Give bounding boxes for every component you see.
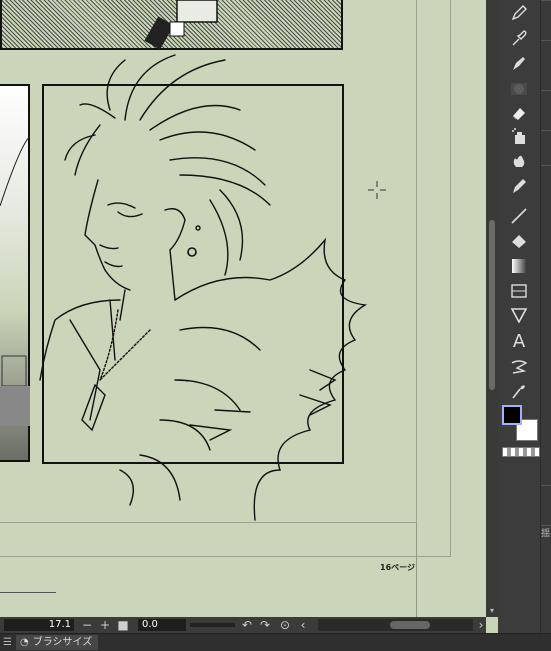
- fit-square-icon[interactable]: ■: [116, 617, 130, 633]
- spray-icon[interactable]: [507, 126, 531, 148]
- brush-size-tab-label: ブラシサイズ: [32, 637, 93, 648]
- eraser-icon[interactable]: [507, 102, 531, 124]
- tool-palette: A: [498, 0, 541, 650]
- panel-tab[interactable]: [541, 165, 551, 186]
- scroll-down-icon[interactable]: ▾: [486, 605, 498, 617]
- zoom-in-button[interactable]: +: [98, 617, 112, 633]
- gradient-icon[interactable]: [507, 255, 531, 277]
- right-panel-strip: 揺: [541, 0, 551, 650]
- frame-icon[interactable]: [507, 304, 531, 326]
- page-number-label: 16ページ: [380, 563, 415, 572]
- airbrush-icon[interactable]: [507, 78, 531, 100]
- zoom-field[interactable]: 0.0: [138, 619, 186, 631]
- brush-size-field[interactable]: 17.1: [4, 619, 74, 631]
- correct-line-icon[interactable]: [507, 380, 531, 402]
- drawing-canvas[interactable]: 16ページ: [0, 0, 486, 617]
- fill-bucket-icon[interactable]: [507, 230, 531, 252]
- pen-icon[interactable]: [507, 2, 531, 24]
- scroll-right-icon[interactable]: ›: [474, 617, 488, 633]
- line-icon[interactable]: [507, 205, 531, 227]
- eyedropper-icon[interactable]: [507, 27, 531, 49]
- main-color-swatch[interactable]: [502, 405, 522, 425]
- panel-label: 揺: [541, 525, 551, 546]
- panel-tab[interactable]: [541, 130, 551, 151]
- panel-tab[interactable]: [541, 40, 551, 61]
- brush-size-tab-icon: ◔: [20, 637, 29, 648]
- figure-icon[interactable]: [507, 280, 531, 302]
- blend-icon[interactable]: [507, 150, 531, 172]
- transparent-color-swatch[interactable]: [502, 447, 540, 457]
- vertical-scrollbar[interactable]: ▾: [486, 0, 498, 617]
- text-tool[interactable]: A: [507, 330, 531, 352]
- rotate-left-icon[interactable]: ↶: [240, 617, 254, 633]
- rotate-right-icon[interactable]: ↷: [258, 617, 272, 633]
- zoom-slider[interactable]: [190, 623, 235, 627]
- menu-icon[interactable]: ☰: [3, 637, 12, 648]
- tab-brush-size[interactable]: ◔ ブラシサイズ: [16, 635, 99, 650]
- pen-nib-icon[interactable]: [507, 52, 531, 74]
- balloon-icon[interactable]: [507, 355, 531, 377]
- pen-fill-icon[interactable]: [507, 175, 531, 197]
- horizontal-scrollbar-thumb[interactable]: [390, 621, 430, 629]
- character-lineart: [39, 54, 368, 521]
- panel-tab[interactable]: [541, 0, 551, 21]
- reset-rotation-icon[interactable]: ⊙: [278, 617, 292, 633]
- horizontal-scrollbar[interactable]: [318, 619, 473, 631]
- vertical-scrollbar-thumb[interactable]: [489, 220, 495, 390]
- status-bar: ☰ ◔ ブラシサイズ: [0, 633, 551, 651]
- canvas-bottom-bar: 17.1 − + ■ 0.0 ↶ ↷ ⊙ ‹ ›: [0, 617, 486, 633]
- cursor-crosshair-icon: [368, 181, 386, 199]
- panel-tab[interactable]: [541, 485, 551, 506]
- scroll-left-icon[interactable]: ‹: [296, 617, 310, 633]
- zoom-out-button[interactable]: −: [80, 617, 94, 633]
- panel-tab[interactable]: [541, 90, 551, 111]
